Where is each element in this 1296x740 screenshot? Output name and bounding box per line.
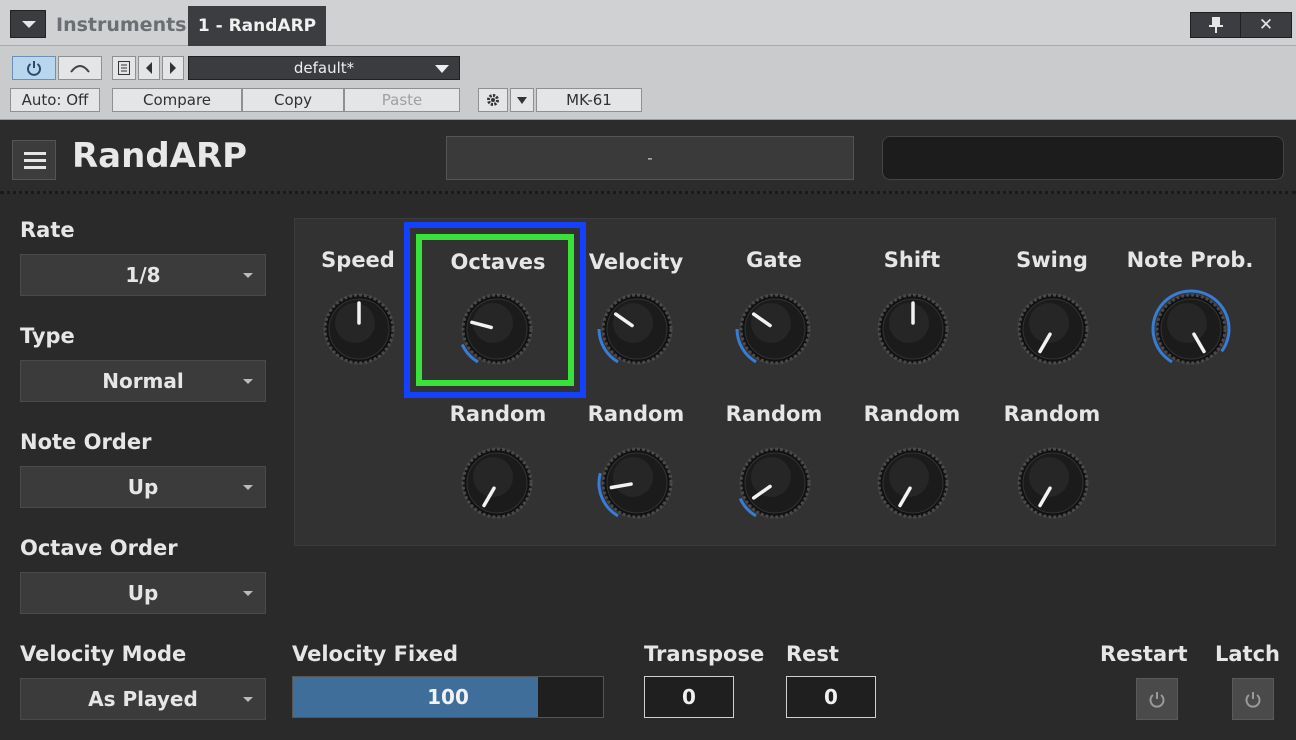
chevron-down-icon (243, 591, 253, 596)
knob-label-gate: Gate (746, 248, 802, 272)
velocity-fixed-slider[interactable]: 100 (292, 676, 604, 718)
menu-icon (24, 152, 46, 155)
knob-label-swing-random: Random (1003, 402, 1101, 426)
pin-icon (1209, 17, 1223, 33)
knob-swing[interactable] (1012, 288, 1094, 370)
knob-note-prob[interactable] (1150, 288, 1232, 370)
power-icon (1149, 692, 1165, 708)
prev-preset-button[interactable] (138, 56, 160, 80)
note-order-dropdown[interactable]: Up (20, 466, 266, 508)
octave-order-dropdown[interactable]: Up (20, 572, 266, 614)
device-selector[interactable]: MK-61 (536, 88, 642, 112)
hamburger-menu-button[interactable] (12, 140, 56, 180)
list-icon (118, 61, 130, 75)
knob-label-swing: Swing (1016, 248, 1088, 272)
knob-label-shift: Shift (883, 248, 941, 272)
note-order-value: Up (127, 475, 159, 499)
knob-octaves-random[interactable] (456, 442, 538, 524)
knob-shift-random[interactable] (872, 442, 954, 524)
rate-value: 1/8 (125, 263, 161, 287)
knob-label-shift-random: Random (863, 402, 961, 426)
latch-label: Latch (1215, 642, 1280, 666)
preset-list-button[interactable] (112, 56, 136, 80)
rate-dropdown[interactable]: 1/8 (20, 254, 266, 296)
velocity-fixed-value: 100 (427, 685, 469, 709)
type-value: Normal (102, 369, 184, 393)
knob-shift[interactable] (872, 288, 954, 370)
velocity-mode-dropdown[interactable]: As Played (20, 678, 266, 720)
plugin-power-button[interactable] (12, 56, 56, 80)
gear-icon (487, 94, 499, 106)
velocity-mode-label: Velocity Mode (20, 642, 187, 666)
compare-button[interactable]: Compare (112, 88, 242, 112)
octave-order-value: Up (127, 581, 159, 605)
chevron-left-icon (146, 62, 152, 74)
chevron-down-icon (243, 697, 253, 702)
header-preset-field[interactable]: - (446, 136, 854, 180)
knob-gate-random[interactable] (734, 442, 816, 524)
window-titlebar: Instruments 1 - RandARP ✕ (0, 0, 1296, 46)
settings-button[interactable] (478, 88, 508, 112)
bypass-button[interactable] (58, 56, 102, 80)
window-menu-button[interactable] (10, 10, 46, 38)
settings-dropdown-button[interactable] (510, 88, 534, 112)
type-label: Type (20, 324, 75, 348)
knob-label-octaves-random: Random (449, 402, 547, 426)
velocity-fixed-label: Velocity Fixed (292, 642, 459, 666)
restart-label: Restart (1100, 642, 1188, 666)
restart-toggle[interactable] (1136, 678, 1178, 720)
knob-label-gate-random: Random (725, 402, 823, 426)
chevron-down-icon (517, 96, 527, 104)
rest-label: Rest (786, 642, 839, 666)
pin-button[interactable] (1190, 12, 1242, 38)
knob-gate[interactable] (734, 288, 816, 370)
chevron-down-icon (243, 485, 253, 490)
power-icon (27, 61, 41, 76)
chevron-right-icon (170, 62, 176, 74)
knob-swing-random[interactable] (1012, 442, 1094, 524)
close-icon: ✕ (1258, 15, 1274, 35)
knob-label-note-prob: Note Prob. (1126, 248, 1254, 272)
octave-order-label: Octave Order (20, 536, 178, 560)
highlight-inner (416, 234, 574, 386)
chevron-down-icon (435, 65, 449, 73)
automation-button[interactable]: Auto: Off (10, 88, 100, 112)
knob-speed[interactable] (318, 288, 400, 370)
bypass-icon (70, 65, 90, 73)
knob-label-velocity-random: Random (587, 402, 685, 426)
close-button[interactable]: ✕ (1240, 12, 1292, 38)
host-toolbar: default* Auto: Off Compare Copy Paste MK… (0, 46, 1296, 120)
rate-label: Rate (20, 218, 75, 242)
chevron-down-icon (243, 273, 253, 278)
plugin-header: RandARP - (0, 120, 1296, 194)
tab-instruments[interactable]: Instruments (56, 14, 187, 36)
chevron-down-icon (243, 379, 253, 384)
note-order-label: Note Order (20, 430, 152, 454)
plugin-title: RandARP (72, 136, 248, 176)
preset-name: default* (293, 59, 355, 77)
knob-velocity[interactable] (596, 288, 678, 370)
type-dropdown[interactable]: Normal (20, 360, 266, 402)
knob-label-velocity: Velocity (588, 250, 684, 274)
transpose-label: Transpose (644, 642, 765, 666)
copy-button[interactable]: Copy (242, 88, 344, 112)
power-icon (1245, 692, 1261, 708)
paste-button[interactable]: Paste (344, 88, 460, 112)
header-display (882, 136, 1284, 180)
rest-field[interactable]: 0 (786, 676, 876, 718)
next-preset-button[interactable] (162, 56, 184, 80)
velocity-mode-value: As Played (88, 687, 198, 711)
preset-selector[interactable]: default* (188, 56, 460, 80)
latch-toggle[interactable] (1232, 678, 1274, 720)
transpose-field[interactable]: 0 (644, 676, 734, 718)
knob-velocity-random[interactable] (596, 442, 678, 524)
tab-randarp[interactable]: 1 - RandARP (188, 6, 326, 46)
